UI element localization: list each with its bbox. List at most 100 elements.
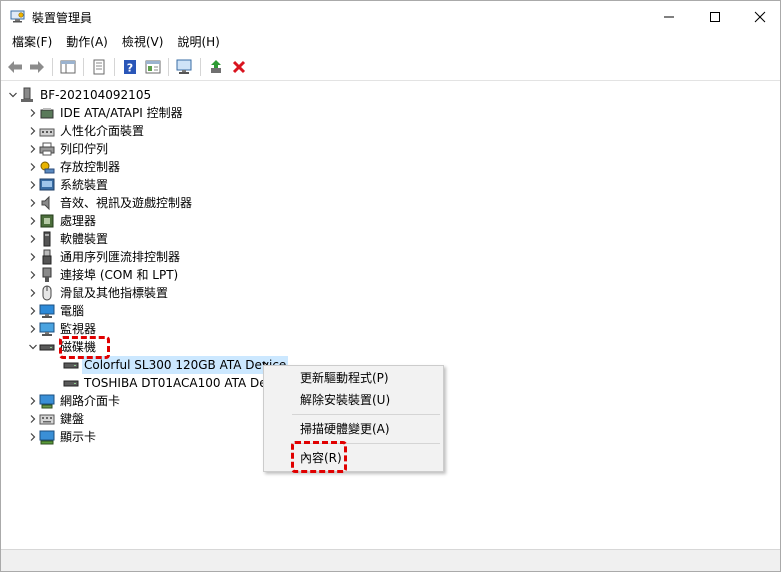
storage-controller-icon xyxy=(39,159,55,175)
menu-help[interactable]: 說明(H) xyxy=(170,32,226,53)
tree-item-label: 連接埠 (COM 和 LPT) xyxy=(60,268,179,282)
tree-root[interactable]: BF-202104092105 xyxy=(7,86,153,104)
view-icon xyxy=(145,60,161,74)
tree-item-disk-toshiba[interactable]: TOSHIBA DT01ACA100 ATA Device xyxy=(63,374,293,392)
tree-item-ports[interactable]: 連接埠 (COM 和 LPT) xyxy=(27,266,180,284)
show-hide-tree-button[interactable] xyxy=(59,58,77,76)
toolbar-separator xyxy=(200,58,201,76)
chevron-right-icon[interactable] xyxy=(27,212,39,230)
chevron-right-icon[interactable] xyxy=(27,122,39,140)
disk-drive-icon xyxy=(39,339,55,355)
minimize-icon xyxy=(664,16,674,17)
tree-item-software-devices[interactable]: 軟體裝置 xyxy=(27,230,110,248)
disk-drive-icon xyxy=(63,375,79,391)
ide-controller-icon xyxy=(39,105,55,121)
view-button[interactable] xyxy=(144,58,162,76)
chevron-right-icon[interactable] xyxy=(27,302,39,320)
chevron-down-icon[interactable] xyxy=(7,86,19,104)
toolbar-separator xyxy=(168,58,169,76)
tree-item-storage-controller[interactable]: 存放控制器 xyxy=(27,158,122,176)
tree-item-system-devices[interactable]: 系統裝置 xyxy=(27,176,110,194)
chevron-right-icon[interactable] xyxy=(27,104,39,122)
tree-item-usb-controllers[interactable]: 通用序列匯流排控制器 xyxy=(27,248,182,266)
tree-item-label: 處理器 xyxy=(60,214,97,228)
back-icon xyxy=(8,61,22,73)
window-title: 裝置管理員 xyxy=(32,11,93,25)
tree-item-label: 鍵盤 xyxy=(60,412,85,426)
help-icon: ? xyxy=(124,60,136,75)
menu-view[interactable]: 檢視(V) xyxy=(115,32,171,53)
uninstall-button[interactable] xyxy=(230,58,248,76)
annotation-highlight-disk-drives xyxy=(59,336,110,359)
uninstall-icon xyxy=(232,60,246,74)
menu-action[interactable]: 動作(A) xyxy=(59,32,115,53)
context-uninstall-device[interactable]: 解除安裝裝置(U) xyxy=(300,391,390,409)
tree-item-display-adapters[interactable]: 顯示卡 xyxy=(27,428,98,446)
display-adapter-icon xyxy=(39,429,55,445)
close-button[interactable] xyxy=(737,1,781,32)
toolbar-separator xyxy=(83,58,84,76)
chevron-right-icon[interactable] xyxy=(27,320,39,338)
tree-item-label: 音效、視訊及遊戲控制器 xyxy=(60,196,193,210)
chevron-right-icon[interactable] xyxy=(27,140,39,158)
show-hide-tree-icon xyxy=(60,60,76,74)
context-scan-hardware[interactable]: 掃描硬體變更(A) xyxy=(300,420,390,438)
chevron-down-icon[interactable] xyxy=(27,338,39,356)
tree-item-label: TOSHIBA DT01ACA100 ATA Device xyxy=(84,376,292,390)
status-bar xyxy=(1,549,780,571)
chevron-right-icon[interactable] xyxy=(27,230,39,248)
close-icon xyxy=(754,11,766,22)
tree-item-ide-ata[interactable]: IDE ATA/ATAPI 控制器 xyxy=(27,104,185,122)
update-driver-button[interactable] xyxy=(207,58,225,76)
forward-button[interactable] xyxy=(28,58,46,76)
tree-item-label: 網路介面卡 xyxy=(60,394,121,408)
tree-item-hid[interactable]: 人性化介面裝置 xyxy=(27,122,146,140)
tree-item-label: 通用序列匯流排控制器 xyxy=(60,250,181,264)
tree-item-print-queue[interactable]: 列印佇列 xyxy=(27,140,110,158)
chevron-right-icon[interactable] xyxy=(27,194,39,212)
chevron-right-icon[interactable] xyxy=(27,266,39,284)
tree-item-label: 系統裝置 xyxy=(60,178,109,192)
minimize-button[interactable] xyxy=(646,1,692,32)
help-button[interactable]: ? xyxy=(121,58,139,76)
tree-item-label: 軟體裝置 xyxy=(60,232,109,246)
computer-tower-icon xyxy=(19,87,35,103)
properties-button[interactable] xyxy=(90,58,108,76)
tree-item-processors[interactable]: 處理器 xyxy=(27,212,98,230)
tree-item-label: 存放控制器 xyxy=(60,160,121,174)
menu-file[interactable]: 檔案(F) xyxy=(1,32,59,53)
tree-item-computer[interactable]: 電腦 xyxy=(27,302,86,320)
tree-item-mice[interactable]: 滑鼠及其他指標裝置 xyxy=(27,284,170,302)
chevron-right-icon[interactable] xyxy=(27,284,39,302)
mouse-icon xyxy=(39,285,55,301)
tree-item-label: 滑鼠及其他指標裝置 xyxy=(60,286,169,300)
software-device-icon xyxy=(39,231,55,247)
speaker-icon xyxy=(39,195,55,211)
scan-hardware-button[interactable] xyxy=(175,58,193,76)
tree-item-label: 人性化介面裝置 xyxy=(60,124,145,138)
tree-item-label: 顯示卡 xyxy=(60,430,97,444)
device-tree: BF-202104092105 IDE ATA/ATAPI 控制器 人性化介面裝… xyxy=(1,82,780,549)
tree-item-network-adapters[interactable]: 網路介面卡 xyxy=(27,392,122,410)
toolbar: ? xyxy=(1,53,780,81)
disk-drive-icon xyxy=(63,357,79,373)
tree-item-label: 列印佇列 xyxy=(60,142,109,156)
context-update-driver[interactable]: 更新驅動程式(P) xyxy=(300,369,389,387)
computer-icon xyxy=(39,303,55,319)
toolbar-separator xyxy=(114,58,115,76)
device-manager-window: 裝置管理員 檔案(F) 動作(A) 檢視(V) 說明(H) ? BF-20210… xyxy=(0,0,781,572)
maximize-button[interactable] xyxy=(692,1,738,32)
chevron-right-icon[interactable] xyxy=(27,248,39,266)
maximize-icon xyxy=(710,11,720,22)
context-separator xyxy=(292,414,440,415)
tree-item-keyboards[interactable]: 鍵盤 xyxy=(27,410,86,428)
title-bar: 裝置管理員 xyxy=(1,1,780,32)
tree-item-sound-video-game[interactable]: 音效、視訊及遊戲控制器 xyxy=(27,194,194,212)
chevron-right-icon[interactable] xyxy=(27,428,39,446)
menu-bar: 檔案(F) 動作(A) 檢視(V) 說明(H) xyxy=(1,32,780,53)
chevron-right-icon[interactable] xyxy=(27,392,39,410)
chevron-right-icon[interactable] xyxy=(27,158,39,176)
back-button[interactable] xyxy=(6,58,24,76)
chevron-right-icon[interactable] xyxy=(27,176,39,194)
chevron-right-icon[interactable] xyxy=(27,410,39,428)
